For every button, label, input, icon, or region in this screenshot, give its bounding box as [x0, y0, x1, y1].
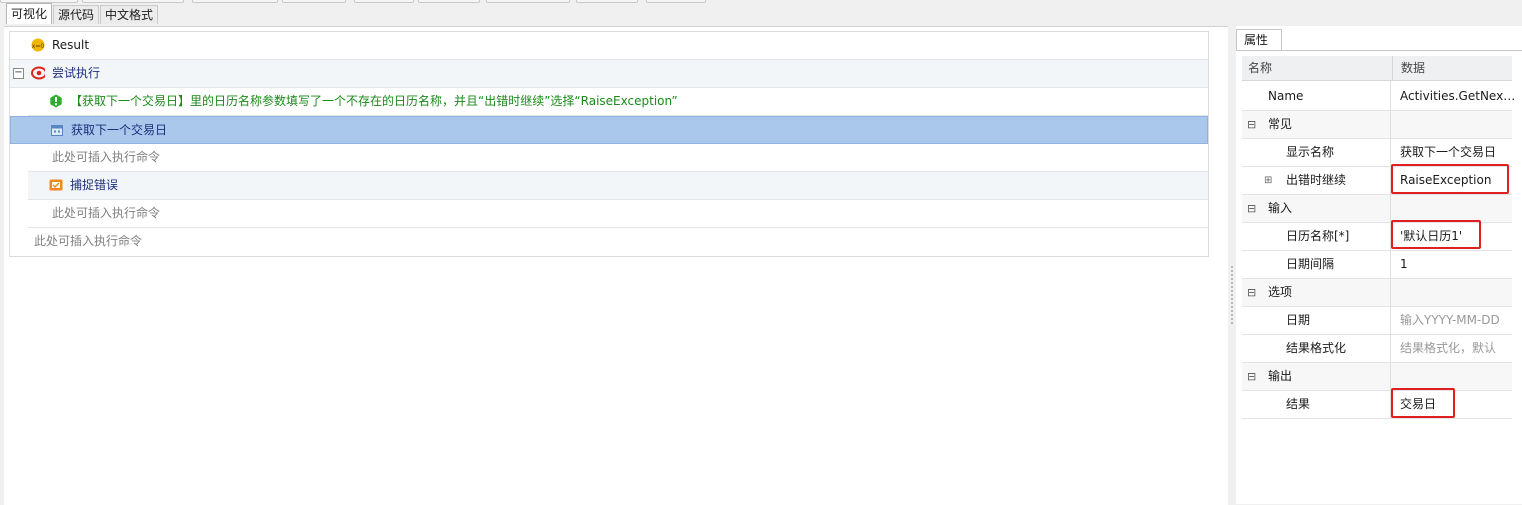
workflow-designer: x=0 Result − 尝试执行 【获取下一个交易日】里的日历名称参数填写了一…: [4, 26, 1228, 505]
property-key: 显示名称: [1286, 145, 1335, 159]
category-label: 输出: [1268, 369, 1293, 383]
highlight-box: [1391, 388, 1455, 418]
collapse-icon[interactable]: ⊟: [1247, 203, 1256, 214]
splitter[interactable]: [1229, 26, 1235, 504]
insert-hint-row[interactable]: 此处可插入执行命令: [28, 144, 1208, 172]
category-input[interactable]: ⊟ 输入: [1242, 195, 1512, 223]
property-value[interactable]: 获取下一个交易日: [1394, 139, 1516, 166]
category-common[interactable]: ⊟ 常见: [1242, 111, 1512, 139]
toolbar-button[interactable]: [354, 0, 414, 3]
try-row[interactable]: − 尝试执行: [10, 60, 1208, 88]
property-key: 结果格式化: [1286, 341, 1347, 355]
toolbar-button[interactable]: [418, 0, 480, 3]
collapse-icon[interactable]: ⊟: [1247, 287, 1256, 298]
try-label: 尝试执行: [52, 66, 101, 80]
tab-visual[interactable]: 可视化: [6, 3, 53, 24]
property-row-date[interactable]: 日期 输入YYYY-MM-DD: [1242, 307, 1512, 335]
toolbar-button[interactable]: [646, 0, 706, 3]
insert-hint: 此处可插入执行命令: [52, 206, 161, 220]
expand-icon[interactable]: ⊞: [1264, 167, 1272, 194]
column-header-data: 数据: [1392, 56, 1512, 81]
property-row-result[interactable]: 结果 交易日: [1242, 391, 1512, 419]
toolbar-button[interactable]: [576, 0, 638, 3]
property-value[interactable]: 1: [1394, 251, 1516, 278]
toolbar-strip: [0, 0, 1522, 4]
property-key: 日历名称[*]: [1286, 229, 1350, 243]
property-row-result-format[interactable]: 结果格式化 结果格式化，默认: [1242, 335, 1512, 363]
toolbar-button[interactable]: [282, 0, 346, 3]
property-key: 日期间隔: [1286, 257, 1335, 271]
result-row[interactable]: x=0 Result: [10, 32, 1208, 60]
property-key: 出错时继续: [1286, 173, 1347, 187]
property-value-placeholder[interactable]: 结果格式化，默认: [1394, 335, 1516, 362]
activity-label: 获取下一个交易日: [71, 123, 168, 137]
collapse-icon[interactable]: ⊟: [1247, 371, 1256, 382]
tab-chinese-format[interactable]: 中文格式: [100, 5, 159, 24]
toolbar-button[interactable]: [82, 0, 184, 3]
warning-icon: [49, 94, 63, 108]
property-row-name[interactable]: Name Activities.GetNextTradingDay: [1242, 83, 1516, 111]
category-label: 常见: [1268, 117, 1293, 131]
highlight-box: [1391, 164, 1509, 194]
property-value[interactable]: Activities.GetNextTradingDay: [1394, 83, 1516, 110]
category-options[interactable]: ⊟ 选项: [1242, 279, 1512, 307]
property-key: Name: [1268, 89, 1304, 103]
insert-hint-row[interactable]: 此处可插入执行命令: [10, 228, 1208, 255]
workflow-tree: x=0 Result − 尝试执行 【获取下一个交易日】里的日历名称参数填写了一…: [9, 31, 1209, 257]
property-key: 结果: [1286, 397, 1311, 411]
collapse-icon[interactable]: ⊟: [1247, 119, 1256, 130]
tab-source[interactable]: 源代码: [53, 5, 100, 24]
activity-row-selected[interactable]: 获取下一个交易日: [10, 116, 1208, 144]
highlight-box: [1391, 220, 1481, 249]
insert-hint: 此处可插入执行命令: [34, 234, 143, 248]
property-value-placeholder[interactable]: 输入YYYY-MM-DD: [1394, 307, 1516, 334]
property-row-display-name[interactable]: 显示名称 获取下一个交易日: [1242, 139, 1512, 167]
column-header-name: 名称: [1242, 56, 1392, 81]
insert-hint: 此处可插入执行命令: [52, 150, 161, 164]
warning-row[interactable]: 【获取下一个交易日】里的日历名称参数填写了一个不存在的日历名称，并且“出错时继续…: [28, 88, 1208, 116]
property-row-date-interval[interactable]: 日期间隔 1: [1242, 251, 1512, 279]
properties-panel: 属性 名称 数据 Name Activities.GetNextTradingD…: [1236, 26, 1522, 504]
calendar-activity-icon: [50, 123, 64, 137]
category-label: 输入: [1268, 201, 1293, 215]
toolbar-button[interactable]: [192, 0, 278, 3]
insert-hint-row[interactable]: 此处可插入执行命令: [28, 200, 1208, 228]
toolbar-button[interactable]: [486, 0, 570, 3]
category-label: 选项: [1268, 285, 1293, 299]
tab-properties[interactable]: 属性: [1236, 29, 1282, 51]
try-catch-icon: [31, 66, 45, 80]
collapse-toggle-icon[interactable]: −: [13, 68, 24, 79]
catch-icon: [49, 178, 63, 192]
property-key: 日期: [1286, 313, 1311, 327]
catch-row[interactable]: 捕捉错误: [28, 172, 1208, 200]
result-label: Result: [52, 38, 90, 52]
editor-tabs: 可视化 源代码 中文格式: [6, 3, 159, 25]
warning-text: 【获取下一个交易日】里的日历名称参数填写了一个不存在的日历名称，并且“出错时继续…: [70, 94, 678, 108]
variable-icon: x=0: [31, 38, 45, 52]
category-output[interactable]: ⊟ 输出: [1242, 363, 1512, 391]
svg-text:x=0: x=0: [32, 43, 45, 50]
catch-label: 捕捉错误: [70, 178, 119, 192]
